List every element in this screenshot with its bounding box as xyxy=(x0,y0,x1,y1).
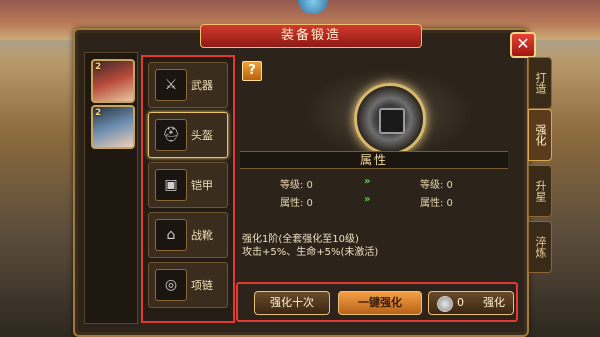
character-list: 2 2 xyxy=(84,52,138,324)
tab-forge[interactable]: 打造 xyxy=(528,57,552,109)
character-level-badge: 2 xyxy=(95,108,102,118)
empty-slot-icon xyxy=(379,108,405,134)
equip-slot-weapon[interactable]: ⚔ 武器 xyxy=(148,62,228,108)
equip-slot-helmet[interactable]: ⛑ 头盔 xyxy=(148,112,228,158)
current-level: 等级: 0 xyxy=(280,180,313,191)
equip-slot-label: 铠甲 xyxy=(191,179,213,192)
equip-slot-boots[interactable]: ⌂ 战靴 xyxy=(148,212,228,258)
set-bonus-description: 强化1阶(全套强化至10级) 攻击+5%、生命+5%(未激活) xyxy=(242,233,502,259)
tab-star-up[interactable]: 升星 xyxy=(528,165,552,217)
next-level: 等级: 0 xyxy=(420,180,453,191)
enhance-button[interactable]: 0 强化 xyxy=(428,291,514,315)
set-bonus-line1: 强化1阶(全套强化至10级) xyxy=(242,234,359,245)
attribute-header: 属性 xyxy=(240,151,508,169)
enhance-label: 强化 xyxy=(483,296,505,309)
window-title: 装备锻造 xyxy=(200,24,422,48)
auto-enhance-button[interactable]: 一键强化 xyxy=(338,291,422,315)
attribute-row-stat: 属性: 0 » 属性: 0 xyxy=(240,191,508,209)
arrow-right-icon: » xyxy=(364,176,371,187)
character-level-badge: 2 xyxy=(95,62,102,72)
next-attr: 属性: 0 xyxy=(420,198,453,209)
necklace-icon: ◎ xyxy=(155,269,187,301)
equip-slot-label: 项链 xyxy=(191,279,213,292)
helmet-icon: ⛑ xyxy=(155,119,187,151)
armor-icon: ▣ xyxy=(155,169,187,201)
character-avatar-male[interactable]: 2 xyxy=(91,59,135,103)
enhance-cost: 0 xyxy=(457,296,464,309)
character-avatar-female[interactable]: 2 xyxy=(91,105,135,149)
silver-coin-icon xyxy=(437,296,453,312)
equip-slot-label: 武器 xyxy=(191,79,213,92)
action-button-row: 强化十次 一键强化 0 强化 xyxy=(236,282,518,322)
forge-panel: ? 属性 等级: 0 » 等级: 0 属性: 0 » 属性: 0 强化1阶(全套… xyxy=(234,53,518,322)
set-bonus-line2: 攻击+5%、生命+5%(未激活) xyxy=(242,247,379,258)
equip-slot-label: 头盔 xyxy=(191,129,213,142)
sword-icon: ⚔ xyxy=(155,69,187,101)
equip-slot-armor[interactable]: ▣ 铠甲 xyxy=(148,162,228,208)
attribute-panel: 属性 等级: 0 » 等级: 0 属性: 0 » 属性: 0 xyxy=(240,151,508,209)
attribute-row-level: 等级: 0 » 等级: 0 xyxy=(240,173,508,191)
boots-icon: ⌂ xyxy=(155,219,187,251)
tab-enhance[interactable]: 强化 xyxy=(528,109,552,161)
equip-slot-label: 战靴 xyxy=(191,229,213,242)
enhance-ten-button[interactable]: 强化十次 xyxy=(254,291,330,315)
equip-slot-necklace[interactable]: ◎ 项链 xyxy=(148,262,228,308)
arrow-right-icon: » xyxy=(364,194,371,205)
equipment-list: ⚔ 武器 ⛑ 头盔 ▣ 铠甲 ⌂ 战靴 ◎ 项链 xyxy=(141,55,235,323)
current-attr: 属性: 0 xyxy=(280,198,313,209)
tab-temper[interactable]: 淬炼 xyxy=(528,221,552,273)
forge-target-slot[interactable] xyxy=(354,83,426,155)
help-button[interactable]: ? xyxy=(242,61,262,81)
